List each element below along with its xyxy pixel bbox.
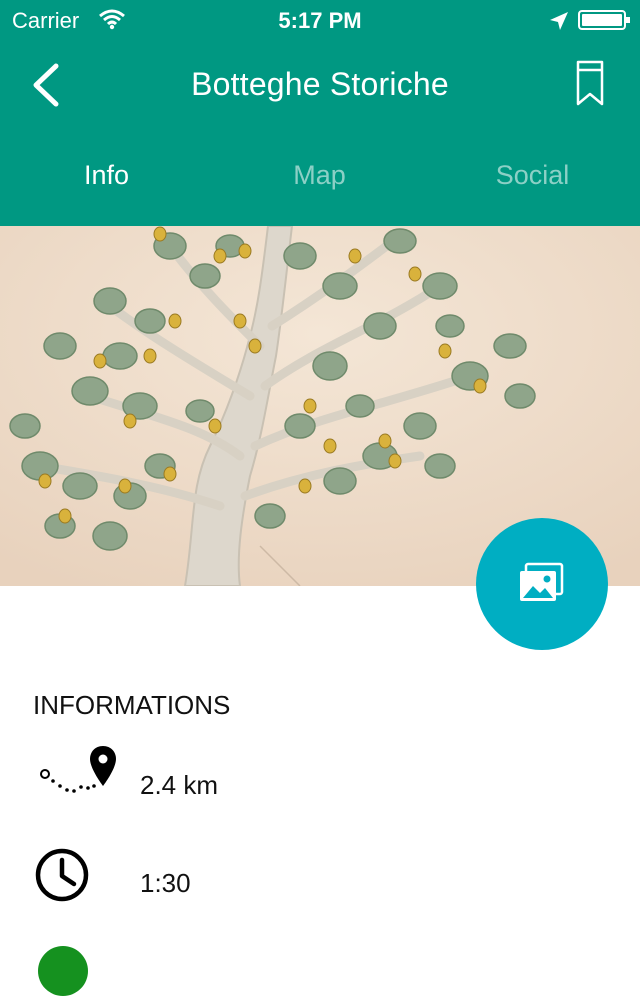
bookmark-button[interactable] <box>574 58 606 108</box>
informations-heading: INFORMATIONS <box>33 690 231 720</box>
chevron-left-icon <box>33 63 59 107</box>
distance-row: 2.4 km <box>0 742 640 812</box>
bookmark-icon <box>576 60 604 106</box>
duration-row: 1:30 <box>0 846 640 916</box>
status-bar: Carrier 5:17 PM <box>0 0 640 40</box>
app-header: Carrier 5:17 PM Botteghe Storiche Info M… <box>0 0 640 226</box>
clock-icon <box>34 846 92 909</box>
difficulty-dot-icon <box>38 946 88 996</box>
tab-bar: Info Map Social <box>0 160 640 200</box>
page-title: Botteghe Storiche <box>191 66 449 102</box>
distance-value: 2.4 km <box>140 770 219 800</box>
route-distance-icon <box>34 744 118 805</box>
duration-value: 1:30 <box>140 868 191 898</box>
back-button[interactable] <box>28 62 68 108</box>
image-gallery-icon <box>520 562 564 601</box>
tab-social[interactable]: Social <box>426 160 639 191</box>
battery-full-icon <box>578 9 632 37</box>
tab-map[interactable]: Map <box>213 160 426 191</box>
gallery-button[interactable] <box>476 518 608 650</box>
tab-info[interactable]: Info <box>0 160 213 191</box>
status-time: 5:17 PM <box>278 8 362 33</box>
location-arrow-icon <box>548 10 570 38</box>
